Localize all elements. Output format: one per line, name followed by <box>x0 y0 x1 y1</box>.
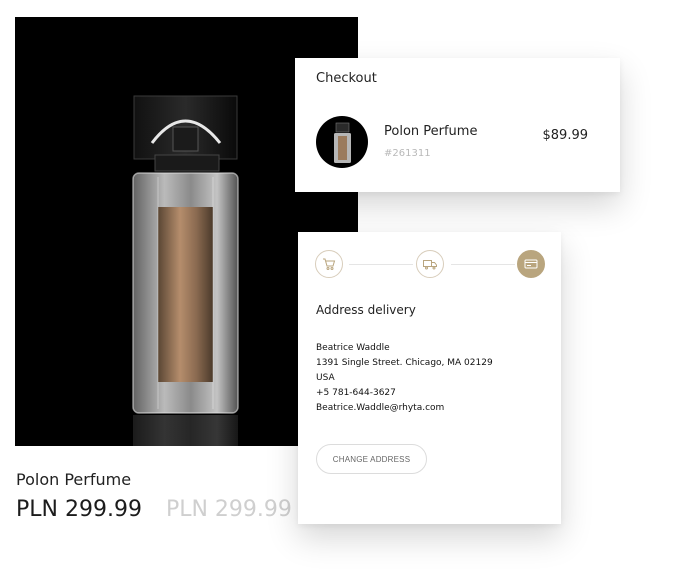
cart-icon <box>323 258 336 270</box>
checkout-card: Checkout Polon Perfume #261311 $89.99 <box>295 58 620 192</box>
delivery-card: Address delivery Beatrice Waddle 1391 Si… <box>298 232 561 524</box>
item-price: $89.99 <box>542 128 589 143</box>
product-price: PLN 299.99 <box>16 497 142 522</box>
step-shipping[interactable] <box>416 250 444 278</box>
address-name: Beatrice Waddle <box>316 343 390 353</box>
address-phone: +5 781-644-3627 <box>316 388 396 398</box>
step-cart[interactable] <box>315 250 343 278</box>
checkout-showcase: Polon Perfume PLN 299.99 PLN 299.99 Chec… <box>0 0 675 583</box>
card-icon <box>524 259 538 269</box>
perfume-thumbnail-icon <box>334 122 351 163</box>
product-title: Polon Perfume <box>16 470 132 489</box>
step-payment[interactable] <box>517 250 545 278</box>
truck-icon <box>423 260 437 270</box>
checkout-stepper <box>315 250 545 278</box>
address-email: Beatrice.Waddle@rhyta.com <box>316 403 445 413</box>
step-connector <box>451 264 515 265</box>
address-street: 1391 Single Street. Chicago, MA 02129 <box>316 358 493 368</box>
address-country: USA <box>316 373 335 383</box>
item-thumbnail <box>316 116 368 168</box>
item-sku: #261311 <box>384 148 431 159</box>
checkout-title: Checkout <box>316 71 377 86</box>
price-row: PLN 299.99 PLN 299.99 <box>16 497 292 522</box>
change-address-button[interactable]: CHANGE ADDRESS <box>316 444 427 474</box>
product-old-price: PLN 299.99 <box>165 497 292 522</box>
step-connector <box>349 264 413 265</box>
address-details: Beatrice Waddle 1391 Single Street. Chic… <box>316 341 493 416</box>
item-name: Polon Perfume <box>384 124 478 139</box>
address-section-title: Address delivery <box>316 303 416 317</box>
